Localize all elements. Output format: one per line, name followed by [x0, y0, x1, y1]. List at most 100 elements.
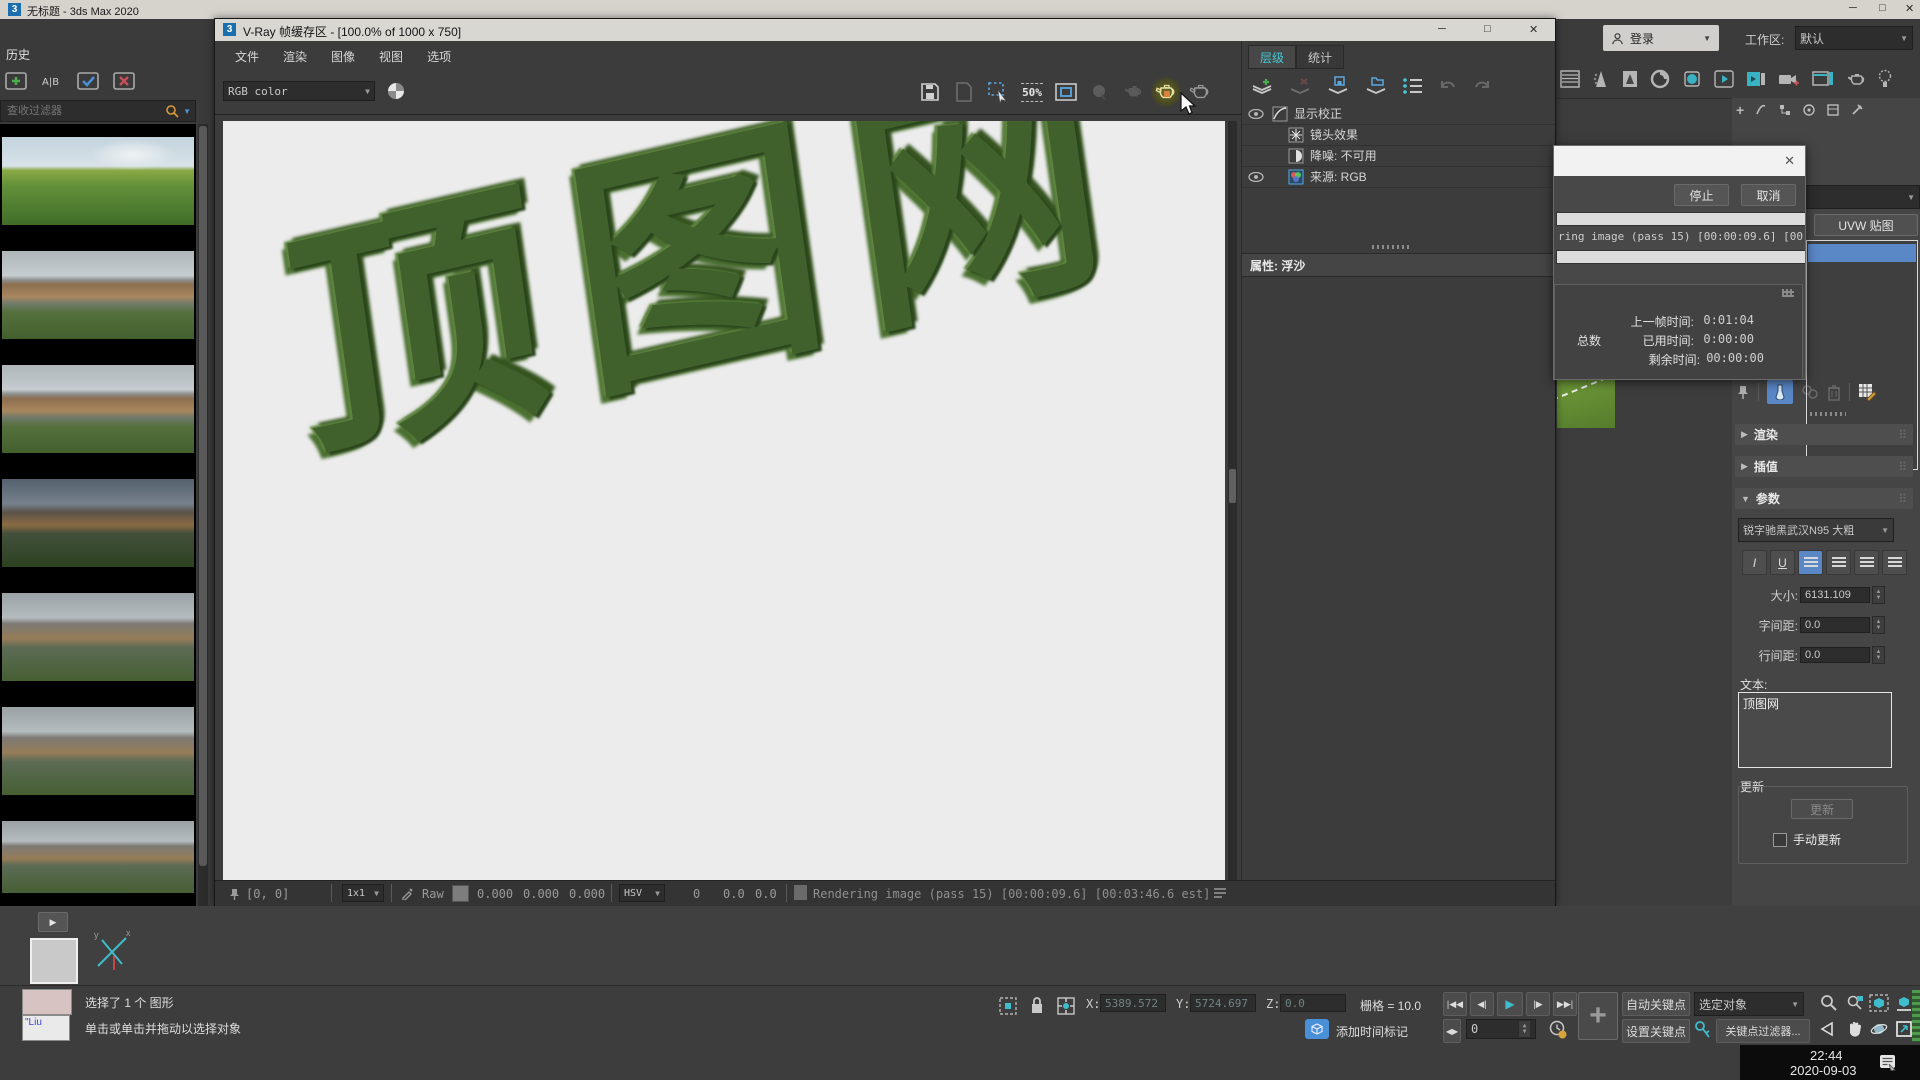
make-unique-icon[interactable]: [1801, 383, 1819, 401]
lightbulb-icon[interactable]: [1878, 69, 1892, 89]
layer-row-source[interactable]: 来源: RGB: [1242, 166, 1555, 188]
panel-splitter-handle[interactable]: [1810, 412, 1846, 416]
update-button[interactable]: 更新: [1791, 799, 1853, 819]
history-filter-box[interactable]: ▼: [0, 100, 196, 122]
vfb-clear-image-icon[interactable]: [949, 77, 979, 107]
history-ab-compare-icon[interactable]: A|B: [40, 70, 64, 92]
pan-hand-icon[interactable]: [1844, 1018, 1866, 1040]
vfb-render-button[interactable]: [1151, 77, 1181, 107]
notifications-icon[interactable]: [1878, 1053, 1898, 1073]
redo-icon[interactable]: [1472, 77, 1492, 95]
render-canvas[interactable]: 顶图网: [223, 121, 1225, 880]
undo-icon[interactable]: [1438, 77, 1458, 95]
cancel-button[interactable]: 取消: [1741, 184, 1796, 206]
tab-utilities-icon[interactable]: [1850, 103, 1864, 117]
vfb-menu-render[interactable]: 渲染: [271, 43, 319, 69]
eye-icon[interactable]: [1248, 172, 1264, 182]
add-layer-icon[interactable]: [1250, 75, 1274, 97]
rollout-parameters[interactable]: ▼参数⠿: [1735, 488, 1913, 509]
selection-lock-icon[interactable]: [1030, 995, 1044, 1015]
history-thumbnail[interactable]: [0, 808, 196, 906]
curve-editor-icon[interactable]: [1650, 69, 1670, 89]
tab-modify-icon[interactable]: [1754, 103, 1768, 117]
history-save-icon[interactable]: [4, 70, 28, 92]
modifier-stack-selected-row[interactable]: [1808, 244, 1916, 262]
render-settings-icon[interactable]: [1812, 70, 1834, 88]
render-teapot-icon[interactable]: [1846, 71, 1866, 87]
history-thumbnail[interactable]: [0, 466, 196, 580]
size-spinner[interactable]: ▲▼: [1872, 586, 1885, 604]
kerning-spinner[interactable]: ▲▼: [1872, 616, 1885, 634]
selection-region-icon[interactable]: [998, 996, 1018, 1016]
make-preview-icon[interactable]: [1778, 70, 1800, 88]
vfb-zoom-badge[interactable]: 50%: [1017, 77, 1047, 107]
stop-button[interactable]: 停止: [1674, 184, 1729, 206]
set-key-button[interactable]: 设置关键点: [1622, 1019, 1690, 1043]
show-end-result-button[interactable]: [1767, 380, 1793, 404]
search-icon[interactable]: [165, 104, 179, 118]
sign-in-button[interactable]: 登录 ▼: [1603, 25, 1719, 51]
mini-viewport-box[interactable]: [30, 938, 78, 984]
history-scrollbar[interactable]: [198, 124, 208, 906]
play-button[interactable]: ▶: [1497, 992, 1523, 1016]
scene-explorer-icon[interactable]: [1592, 70, 1610, 88]
load-layers-icon[interactable]: [1364, 75, 1388, 97]
hsv-dropdown[interactable]: HSV▼: [619, 884, 665, 902]
delete-layer-icon[interactable]: [1288, 75, 1312, 97]
history-filter-input[interactable]: [5, 104, 149, 118]
app-minimize-button[interactable]: ─: [1849, 2, 1857, 14]
time-tag-icon[interactable]: [1305, 1019, 1329, 1039]
go-to-start-button[interactable]: |◀◀: [1443, 992, 1467, 1016]
vfb-menu-image[interactable]: 图像: [319, 43, 367, 69]
dialog-titlebar[interactable]: ✕: [1554, 146, 1805, 176]
current-frame-field[interactable]: 0▲▼: [1466, 1019, 1536, 1039]
panel-scroll-sliver[interactable]: [1912, 990, 1920, 1042]
layer-list-icon[interactable]: [1402, 76, 1424, 96]
rollout-rendering[interactable]: ▶渲染⠿: [1735, 424, 1913, 445]
eyedropper-icon[interactable]: [401, 886, 415, 900]
vfb-region-render-icon[interactable]: [983, 77, 1013, 107]
kerning-field[interactable]: 0.0: [1800, 617, 1870, 633]
vfb-render-last-icon[interactable]: [1119, 77, 1149, 107]
next-frame-button[interactable]: |▶: [1526, 992, 1550, 1016]
zoom-icon[interactable]: [1818, 992, 1840, 1014]
vfb-save-image-icon[interactable]: [915, 77, 945, 107]
history-reject-icon[interactable]: [112, 70, 136, 92]
justify-button[interactable]: [1882, 550, 1907, 575]
history-thumbnail[interactable]: [0, 694, 196, 808]
open-explorer-icon[interactable]: [1622, 70, 1638, 88]
set-keys-big-button[interactable]: +: [1578, 992, 1618, 1040]
vfb-minimize-button[interactable]: ─: [1438, 23, 1446, 35]
text-input-area[interactable]: 顶图网: [1738, 692, 1892, 768]
tab-create-icon[interactable]: +: [1736, 102, 1744, 118]
vfb-menu-file[interactable]: 文件: [223, 43, 271, 69]
vfb-titlebar[interactable]: 3 V-Ray 帧缓存区 - [100.0% of 1000 x 750] ─ …: [215, 19, 1555, 41]
panel-splitter-handle[interactable]: [1372, 245, 1412, 249]
leading-field[interactable]: 0.0: [1800, 647, 1870, 663]
open-mini-curve-editor-button[interactable]: ▶: [38, 912, 68, 932]
history-accept-icon[interactable]: [76, 70, 100, 92]
vfb-channel-dropdown[interactable]: RGB color ▼: [223, 81, 375, 101]
uvw-map-button[interactable]: UVW 贴图: [1814, 214, 1918, 236]
layer-row-denoiser[interactable]: 降噪: 不可用: [1242, 145, 1555, 167]
rollout-interpolation[interactable]: ▶插值⠿: [1735, 456, 1913, 477]
manual-update-row[interactable]: 手动更新: [1773, 831, 1841, 848]
filter-dropdown-arrow[interactable]: ▼: [183, 107, 191, 116]
orbit-icon[interactable]: [1868, 1018, 1890, 1040]
tab-display-icon[interactable]: [1826, 103, 1840, 117]
selection-set-dropdown[interactable]: 选定对象▼: [1694, 992, 1804, 1016]
vfb-close-button[interactable]: ✕: [1529, 23, 1538, 36]
maxscript-listener-pink[interactable]: [22, 989, 72, 1015]
workspace-dropdown[interactable]: 默认 ▼: [1795, 26, 1913, 50]
remove-modifier-icon[interactable]: [1827, 384, 1841, 401]
app-close-button[interactable]: ✕: [1905, 2, 1914, 15]
align-center-button[interactable]: [1826, 550, 1851, 575]
layer-row-lens-effects[interactable]: 镜头效果: [1242, 124, 1555, 146]
vfb-fit-frame-icon[interactable]: [1051, 77, 1081, 107]
history-thumbnail[interactable]: [0, 238, 196, 352]
align-left-button[interactable]: [1798, 550, 1823, 575]
add-time-tag[interactable]: 添加时间标记: [1336, 1023, 1408, 1040]
vfb-maximize-button[interactable]: □: [1484, 23, 1491, 35]
vfb-menu-view[interactable]: 视图: [367, 43, 415, 69]
italic-button[interactable]: I: [1742, 550, 1767, 575]
